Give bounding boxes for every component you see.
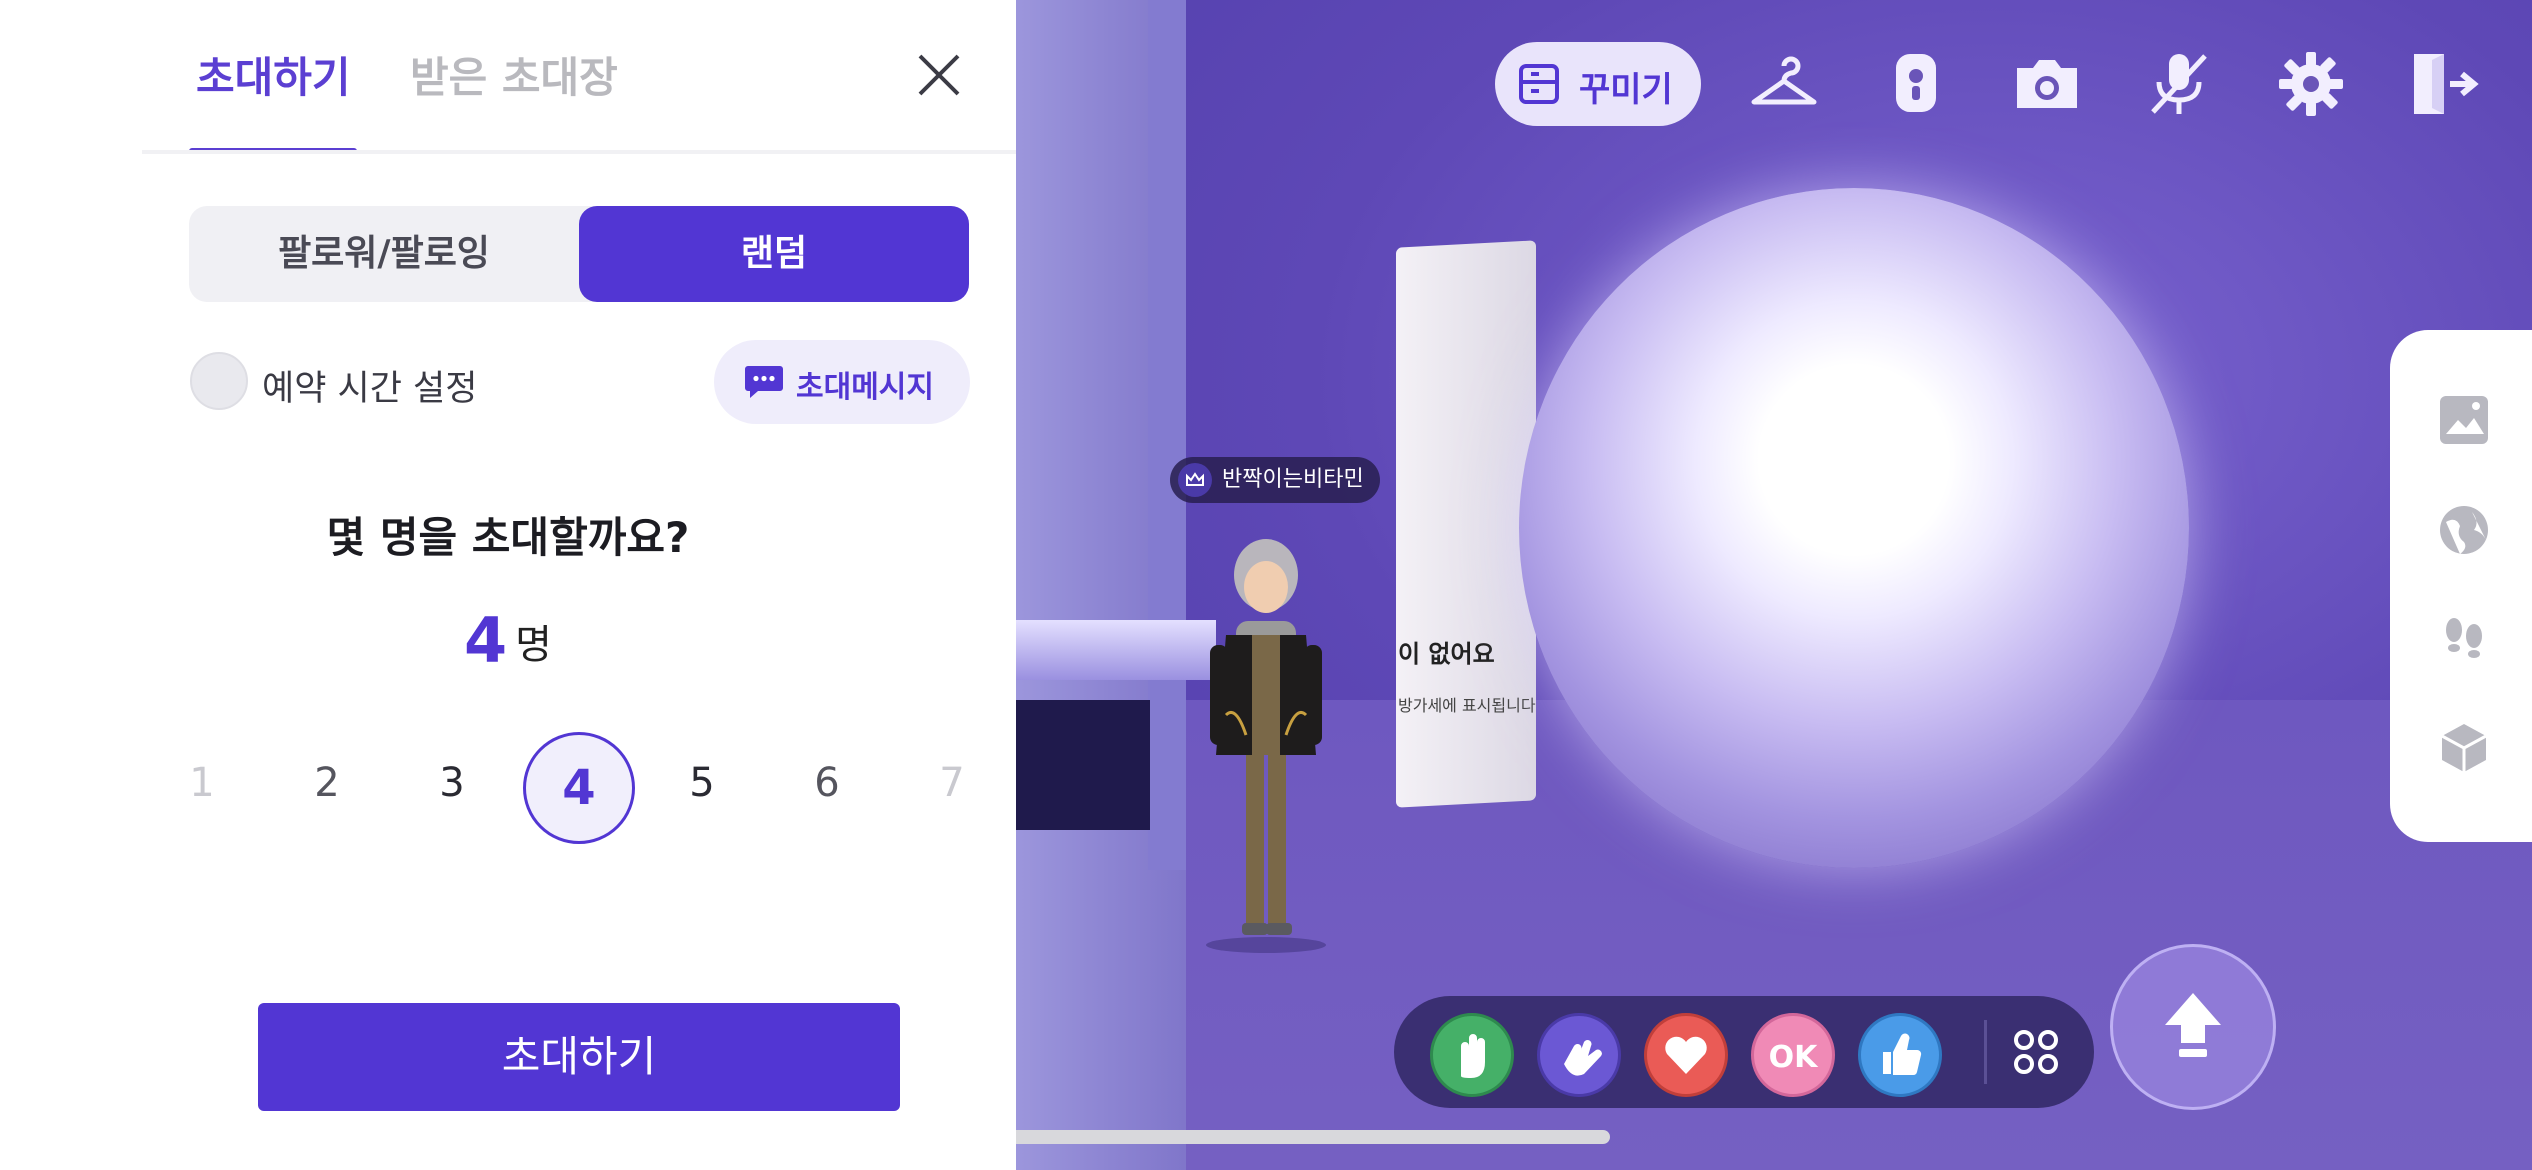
tab-invite[interactable]: 초대하기	[196, 44, 351, 105]
poster-text-title: 이 없어요	[1398, 640, 1495, 668]
number-option-1[interactable]: 1	[162, 760, 242, 806]
number-option-2[interactable]: 2	[287, 760, 367, 806]
number-option-3[interactable]: 3	[412, 760, 492, 806]
heart-icon[interactable]	[1644, 1013, 1728, 1097]
glowing-crystal-sphere	[1519, 188, 2189, 868]
gear-icon[interactable]	[2273, 46, 2349, 122]
reserve-time-toggle[interactable]	[190, 352, 248, 410]
chat-bubble-icon	[745, 366, 783, 398]
number-option-7[interactable]: 7	[912, 760, 992, 806]
player-name: 반짝이는비타민	[1222, 467, 1364, 492]
game-scene[interactable]: 이 없어요 방가세에 표시됩니다 반짝이는비타민 꾸미기 OK	[1016, 0, 2532, 1170]
poster-text-sub: 방가세에 표시됩니다	[1398, 696, 1536, 715]
dark-platform	[1016, 700, 1150, 830]
invite-panel: 초대하기 받은 초대장 팔로워/팔로잉 랜덤 예약 시간 설정 초대메시지 몇 …	[0, 0, 1016, 1170]
number-option-6[interactable]: 6	[787, 760, 867, 806]
tab-divider	[142, 150, 1016, 154]
number-option-selected[interactable]: 4	[523, 732, 635, 844]
wardrobe-icon	[1519, 64, 1559, 104]
footprints-icon[interactable]	[2436, 610, 2492, 666]
decorate-button[interactable]: 꾸미기	[1495, 42, 1701, 126]
invite-count-question: 몇 명을 초대할까요?	[326, 513, 690, 562]
player-avatar[interactable]	[1196, 535, 1336, 955]
reserve-time-label: 예약 시간 설정	[262, 369, 478, 409]
raise-hand-icon[interactable]	[1430, 1013, 1514, 1097]
more-emotes-icon[interactable]	[2006, 1022, 2066, 1082]
player-name-tag: 반짝이는비타민	[1170, 457, 1380, 503]
svg-text:OK: OK	[1769, 1040, 1820, 1075]
segment-followers-button[interactable]: 팔로워/팔로잉	[189, 206, 579, 302]
poster-board	[1396, 240, 1536, 808]
invite-count-display: 4명	[0, 604, 1016, 677]
crown-icon	[1178, 463, 1212, 497]
side-menu-panel	[2390, 330, 2532, 842]
globe-icon[interactable]	[2436, 502, 2492, 558]
home-indicator[interactable]	[1016, 1130, 1610, 1144]
tab-received-invitations[interactable]: 받은 초대장	[410, 44, 618, 105]
invite-message-button[interactable]: 초대메시지	[714, 340, 970, 424]
emote-divider	[1984, 1020, 1987, 1084]
hanger-icon[interactable]	[1746, 46, 1822, 122]
thumbs-up-icon[interactable]	[1858, 1013, 1942, 1097]
jump-button[interactable]	[2110, 944, 2276, 1110]
decorate-label: 꾸미기	[1579, 70, 1673, 110]
close-icon[interactable]	[912, 48, 966, 102]
invite-count-value: 4	[464, 604, 508, 677]
number-option-5[interactable]: 5	[662, 760, 742, 806]
camera-icon[interactable]	[2009, 46, 2085, 122]
invite-message-label: 초대메시지	[796, 370, 934, 405]
floor-light-strip	[1016, 620, 1216, 680]
jump-arrow-icon	[2165, 993, 2221, 1057]
emote-bar: OK	[1394, 996, 2094, 1108]
gallery-icon[interactable]	[2436, 392, 2492, 448]
invite-type-segment: 팔로워/팔로잉 랜덤	[189, 206, 969, 302]
invite-button[interactable]: 초대하기	[258, 1003, 900, 1111]
ok-icon[interactable]: OK	[1751, 1013, 1835, 1097]
cube-icon[interactable]	[2436, 720, 2492, 776]
room-corner-edge	[1148, 0, 1186, 870]
segment-random-button[interactable]: 랜덤	[579, 206, 969, 302]
mic-off-icon[interactable]	[2141, 46, 2217, 122]
exit-icon[interactable]	[2404, 46, 2480, 122]
badge-icon[interactable]	[1878, 46, 1954, 122]
wave-icon[interactable]	[1537, 1013, 1621, 1097]
invite-count-unit: 명	[515, 621, 552, 668]
